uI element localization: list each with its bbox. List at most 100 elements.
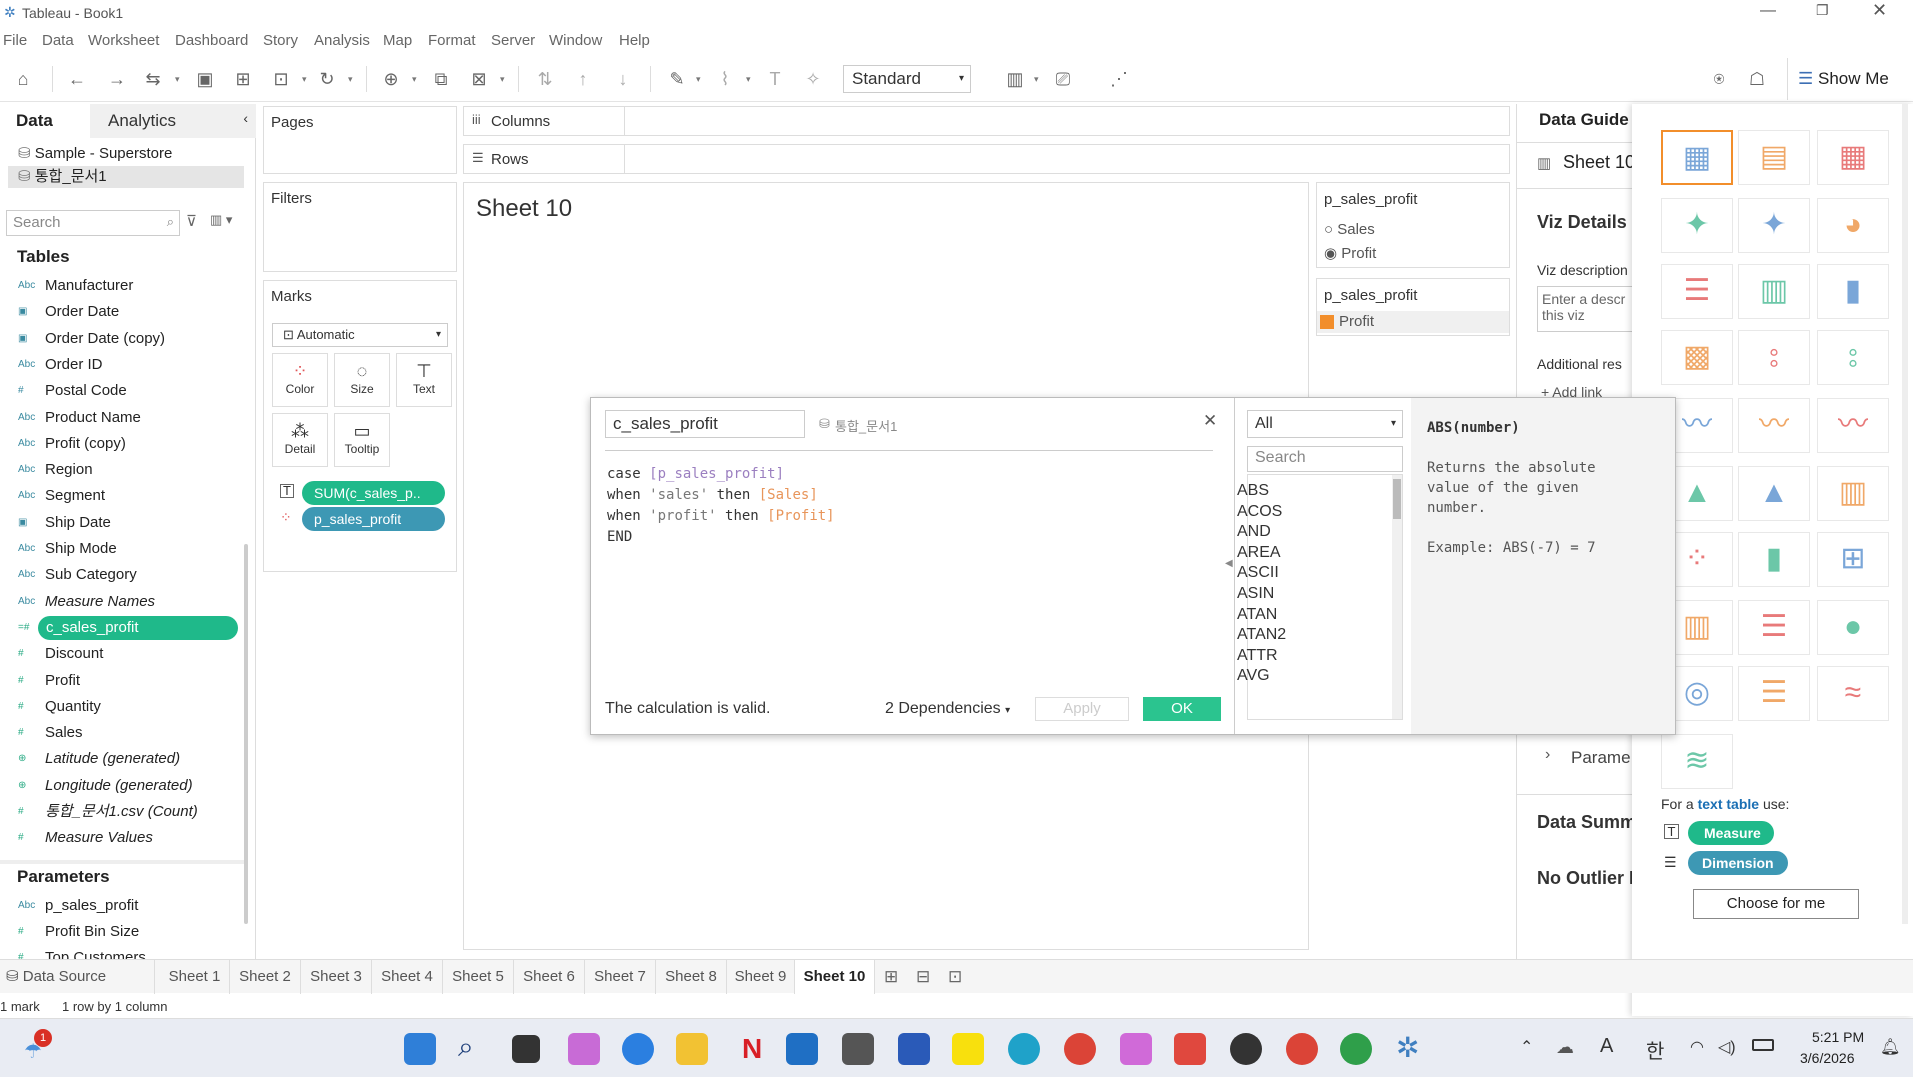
function-search-input[interactable]: Search [1247,446,1403,472]
columns-shelf[interactable]: iii Columns [463,106,1510,136]
filter-icon[interactable]: ⊽ [186,212,197,230]
fit-select[interactable]: Standard ▾ [843,65,971,93]
sort-asc-icon[interactable]: ↑ [572,68,594,90]
field-item[interactable]: =# c_sales_profit [18,615,238,640]
tableau-app-icon[interactable]: ✲ [1396,1031,1419,1064]
calculator-icon[interactable] [842,1033,874,1065]
field-item[interactable]: Abc Manufacturer [0,274,240,298]
menu-analysis[interactable]: Analysis [314,32,370,49]
new-story-icon[interactable]: ⊡ [948,967,962,987]
expand-arrow-icon[interactable]: ◀ [1225,558,1233,569]
chart-type-thumbnail[interactable]: ◕ [1817,198,1889,253]
cloud-icon[interactable]: ☁ [1556,1037,1574,1058]
chart-type-thumbnail[interactable]: ✦ [1738,198,1810,253]
maximize-button[interactable]: ❐ [1816,2,1829,19]
duplicate-icon[interactable]: ⧉ [430,68,452,90]
tooltip-card[interactable]: ▭ Tooltip [334,413,390,467]
radio-sales[interactable]: ○ Sales [1324,221,1375,238]
sheet-tab[interactable]: Sheet 1 [160,960,230,994]
clock-time[interactable]: 5:21 PM [1812,1029,1864,1045]
color-card[interactable]: ⁘ Color [272,353,328,407]
tab-data-source[interactable]: ⛁ Data Source [0,960,155,994]
radio-profit[interactable]: ◉ Profit [1324,244,1376,262]
field-item[interactable]: ▣ Order Date (copy) [0,327,240,351]
ime-icon[interactable]: A [1600,1035,1613,1058]
save-icon[interactable]: ▣ [194,68,216,90]
volume-icon[interactable]: ◁) [1718,1037,1736,1057]
close-window-button[interactable]: ✕ [1872,0,1887,21]
function-item[interactable]: ABS [1237,482,1269,500]
field-item[interactable]: # Sales [0,721,240,745]
menu-data[interactable]: Data [42,32,74,49]
sheet-tab[interactable]: Sheet 9 [727,960,795,994]
field-item[interactable]: Abc Order ID [0,353,240,377]
parameter-item[interactable]: # Profit Bin Size [0,920,240,944]
function-item[interactable]: ATAN [1237,606,1277,624]
redo-icon[interactable]: → [106,68,128,90]
choose-for-me-button[interactable]: Choose for me [1693,889,1859,919]
field-item[interactable]: Abc Measure Names [0,590,240,614]
close-icon[interactable]: ✕ [1203,411,1217,431]
datasource-item[interactable]: ⛁ Sample - Superstore [18,144,172,162]
outlook-icon[interactable] [786,1033,818,1065]
chart-type-thumbnail[interactable]: ⊞ [1817,532,1889,587]
clear-sheet-icon[interactable]: ⊠ [468,68,490,90]
sheet-tab[interactable]: Sheet 5 [443,960,514,994]
share-icon[interactable]: ⋰ [1108,68,1130,90]
chart-type-thumbnail[interactable]: ● [1817,600,1889,655]
chart-type-thumbnail[interactable]: ▮ [1817,264,1889,319]
menu-help[interactable]: Help [619,32,650,49]
field-item[interactable]: # Quantity [0,695,240,719]
replay-icon[interactable]: ⇆ [142,68,164,90]
menu-story[interactable]: Story [263,32,298,49]
scrollbar[interactable] [1392,475,1402,719]
show-me-button[interactable]: ☰ Show Me [1787,58,1913,100]
menu-format[interactable]: Format [428,32,476,49]
field-item[interactable]: # Discount [0,642,240,666]
new-worksheet-icon[interactable]: ⊕ [380,68,402,90]
pdf-icon[interactable] [1174,1033,1206,1065]
ok-button[interactable]: OK [1143,697,1221,721]
pin-icon[interactable]: ✧ [802,68,824,90]
menu-worksheet[interactable]: Worksheet [88,32,159,49]
group-icon[interactable]: ⌇ [714,68,736,90]
netflix-icon[interactable]: N [742,1033,762,1065]
rows-shelf[interactable]: ☰ Rows [463,144,1510,174]
swap-icon[interactable]: ⇅ [534,68,556,90]
chart-type-thumbnail[interactable]: ☰ [1738,600,1810,655]
taskview-icon[interactable] [512,1035,540,1063]
viz-description-input[interactable]: Enter a descr this viz [1537,286,1641,332]
field-item[interactable]: ⊕ Longitude (generated) [0,774,240,798]
chart-type-thumbnail[interactable]: ✦ [1661,198,1733,253]
menu-dashboard[interactable]: Dashboard [175,32,248,49]
minimize-button[interactable]: — [1760,2,1776,20]
dimension-pill[interactable]: p_sales_profit [302,507,445,531]
chrome-icon-3[interactable] [1340,1033,1372,1065]
tab-data[interactable]: Data [0,104,90,138]
field-item[interactable]: ▣ Ship Date [0,511,240,535]
view-options-icon[interactable]: ▥ ▾ [210,212,232,228]
chart-type-thumbnail[interactable]: ▦ [1817,130,1889,185]
copilot-icon[interactable] [568,1033,600,1065]
field-item[interactable]: Abc Profit (copy) [0,432,240,456]
menu-server[interactable]: Server [491,32,535,49]
function-item[interactable]: AREA [1237,544,1281,562]
field-item[interactable]: # Measure Values [0,826,240,850]
chart-type-thumbnail[interactable]: ⦂ [1738,330,1810,385]
legend-item[interactable]: Profit [1339,313,1374,330]
paint-icon[interactable]: ☖ [1746,68,1768,90]
battery-icon[interactable] [1752,1039,1774,1051]
chrome-icon[interactable] [1064,1033,1096,1065]
chart-type-thumbnail[interactable]: ☰ [1738,666,1810,721]
edge-icon[interactable] [1008,1033,1040,1065]
start-icon[interactable] [404,1033,436,1065]
calc-name-input[interactable]: c_sales_profit [605,410,805,438]
sheet-tab[interactable]: Sheet 2 [230,960,301,994]
menu-map[interactable]: Map [383,32,412,49]
function-item[interactable]: ASIN [1237,585,1274,603]
field-item[interactable]: ⊕ Latitude (generated) [0,747,240,771]
function-category-select[interactable]: All ▾ [1247,410,1403,438]
search-icon[interactable]: ⌕ [458,1031,474,1064]
new-datasource-icon[interactable]: ⊞ [232,68,254,90]
sheet-tab[interactable]: Sheet 10 [795,960,875,994]
